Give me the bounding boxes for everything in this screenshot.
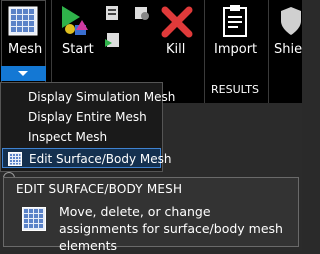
menu-item-edit-surface-body-mesh[interactable]: Edit Surface/Body Mesh — [2, 148, 172, 168]
import-button-label: Import — [214, 42, 258, 57]
tooltip-description: Move, delete, or change assignments for … — [59, 204, 283, 253]
tooltip: EDIT SURFACE/BODY MESH Move, delete, or … — [3, 177, 299, 253]
kill-button-label: Kill — [166, 42, 186, 57]
results-group-label: RESULTS — [211, 83, 259, 96]
chevron-down-icon — [18, 71, 28, 76]
menu-item-label: Edit Surface/Body Mesh — [29, 152, 172, 166]
ribbon-separator — [268, 0, 269, 103]
menu-item-display-entire-mesh[interactable]: Display Entire Mesh — [2, 107, 161, 127]
run-options-icon[interactable] — [104, 5, 120, 21]
mesh-grid-icon — [8, 6, 38, 36]
import-clipboard-icon[interactable] — [222, 4, 248, 38]
menu-item-display-simulation-mesh[interactable]: Display Simulation Mesh — [2, 87, 175, 107]
start-button-label: Start — [62, 42, 94, 57]
mesh-grid-icon — [22, 207, 46, 231]
mesh-dropdown-menu: Display Simulation Mesh Display Entire M… — [0, 82, 175, 172]
shield-button-label: Shie — [274, 42, 303, 57]
menu-item-label: Display Simulation Mesh — [28, 90, 176, 104]
mesh-grid-icon — [8, 152, 22, 166]
tooltip-title: EDIT SURFACE/BODY MESH — [16, 182, 183, 196]
resume-icon[interactable] — [104, 31, 122, 49]
start-simulation-icon[interactable] — [58, 3, 92, 37]
pause-icon[interactable] — [134, 5, 150, 21]
menu-item-inspect-mesh[interactable]: Inspect Mesh — [2, 127, 161, 147]
mesh-button-label: Mesh — [8, 42, 43, 57]
ribbon-separator — [204, 0, 205, 103]
shield-icon[interactable] — [280, 5, 302, 37]
kill-x-icon[interactable] — [160, 5, 194, 39]
menu-item-label: Display Entire Mesh — [28, 110, 147, 124]
menu-item-label: Inspect Mesh — [28, 130, 108, 144]
mesh-dropdown-button[interactable] — [1, 66, 46, 81]
